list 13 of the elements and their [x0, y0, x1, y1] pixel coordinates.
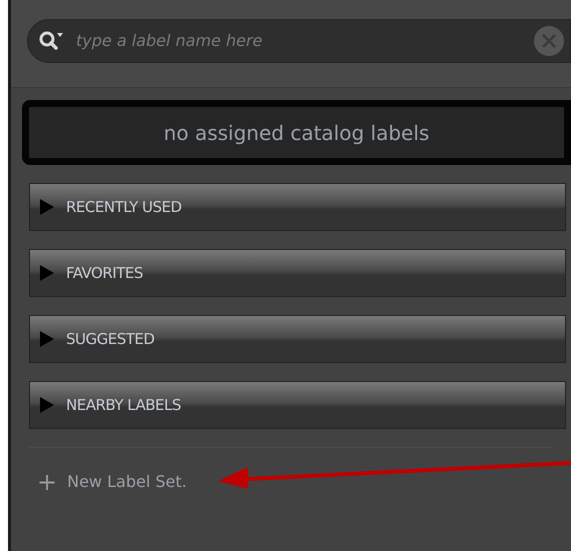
expand-icon	[40, 397, 54, 413]
expand-icon	[40, 331, 54, 347]
new-label-set-link[interactable]: New Label Set.	[67, 470, 187, 494]
expand-icon	[40, 199, 54, 215]
search-icon[interactable]	[38, 30, 64, 52]
section-header[interactable]: FAVORITES	[29, 249, 566, 297]
add-icon[interactable]: +	[37, 470, 58, 494]
expand-icon	[40, 265, 54, 281]
section-header[interactable]: SUGGESTED	[29, 315, 566, 363]
search-field[interactable]: type a label name here	[27, 18, 571, 62]
section-header[interactable]: RECENTLY USED	[29, 183, 566, 231]
section-header[interactable]: NEARBY LABELS	[29, 381, 566, 429]
empty-labels-text: no assigned catalog labels	[164, 120, 430, 146]
